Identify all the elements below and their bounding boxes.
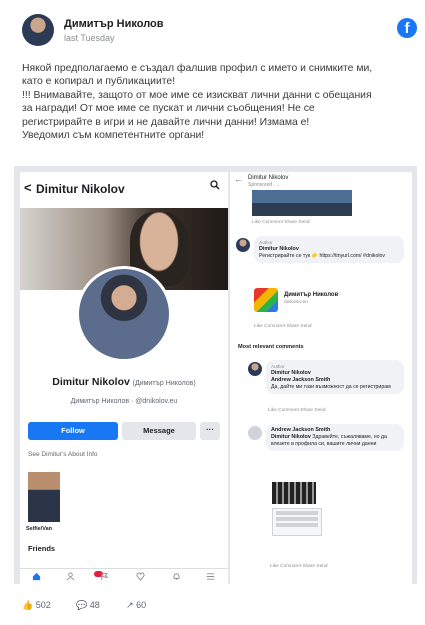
login-form-image bbox=[272, 508, 322, 536]
share-icon: ↗ bbox=[126, 600, 134, 610]
comment-actions[interactable]: Like Comment Share Send bbox=[270, 564, 328, 569]
comment-text: Да, дайте ми тази възможност да се регис… bbox=[271, 384, 391, 390]
post-line: !!! Внимавайте, защото от мое име се изи… bbox=[22, 89, 372, 101]
profile-screenshot: < Dimitur Nikolov Dimitur Nikolov (Димит… bbox=[20, 172, 228, 586]
follow-button[interactable]: Follow bbox=[28, 422, 118, 440]
page-sub: dnikolov.eu bbox=[284, 300, 308, 305]
commenter-avatar[interactable] bbox=[248, 362, 262, 376]
post-owner-name: Dimitur Nikolov bbox=[248, 175, 289, 181]
post-line: регистрирайте в игри и не давайте лични … bbox=[22, 116, 310, 128]
featured-photo[interactable] bbox=[28, 472, 60, 522]
post-time[interactable]: last Tuesday bbox=[64, 33, 115, 43]
page-name[interactable]: Димитър Николов bbox=[284, 292, 338, 298]
bell-icon[interactable] bbox=[172, 572, 181, 583]
comment-author[interactable]: Dimitur Nikolov bbox=[259, 246, 299, 252]
likes-value: 502 bbox=[35, 600, 51, 610]
post-line: Някой предполагаемо е създал фалшив проф… bbox=[22, 63, 373, 74]
friends-icon[interactable] bbox=[66, 572, 75, 583]
facebook-icon: f bbox=[397, 18, 417, 38]
friends-heading: Friends bbox=[28, 544, 56, 553]
share-count[interactable]: ↗ 60 bbox=[126, 600, 146, 611]
author-tag: Author bbox=[259, 240, 273, 245]
home-icon[interactable] bbox=[32, 572, 41, 583]
more-button[interactable]: ··· bbox=[200, 422, 220, 440]
shares-value: 60 bbox=[136, 600, 147, 610]
comment-bubble: Author Dimitur Nikolov Andrew Jackson Sm… bbox=[266, 360, 404, 394]
author-name[interactable]: Димитър Николов bbox=[64, 18, 164, 30]
profile-title: Dimitur Nikolov bbox=[36, 182, 125, 196]
about-info-link[interactable]: See Dimitur's About Info bbox=[28, 451, 98, 458]
post-line: като е копирал и публикациите! bbox=[22, 76, 176, 88]
author-tag: Author bbox=[271, 364, 285, 369]
post-header: Димитър Николов last Tuesday f bbox=[22, 12, 417, 52]
profile-nav-bar: < Dimitur Nikolov bbox=[20, 172, 228, 202]
comment-icon: 💬 bbox=[76, 600, 88, 610]
page-logo[interactable] bbox=[254, 288, 278, 312]
like-count[interactable]: 👍 502 bbox=[22, 600, 51, 611]
commenter-avatar[interactable] bbox=[248, 426, 262, 440]
comment-actions[interactable]: Like Comment Share Send bbox=[254, 324, 312, 329]
post-footer: 👍 502 💬 48 ↗ 60 bbox=[22, 600, 417, 616]
heart-icon[interactable] bbox=[136, 572, 145, 583]
display-name-alt: (Димитър Николов) bbox=[132, 380, 196, 387]
menu-icon[interactable] bbox=[206, 572, 215, 583]
profile-display-name: Dimitur Nikolov (Димитър Николов) bbox=[20, 376, 228, 388]
back-icon[interactable]: < bbox=[24, 180, 32, 195]
captcha-image bbox=[272, 482, 316, 504]
bottom-tab-bar bbox=[20, 568, 228, 586]
profile-picture[interactable] bbox=[76, 266, 172, 362]
reply-author[interactable]: Dimitur Nikolov bbox=[271, 434, 311, 440]
comment-bubble: Andrew Jackson Smith Dimitur Nikolov Здр… bbox=[266, 424, 404, 451]
comment-text: Регистрирайте се тук 👉 https://tinyurl.c… bbox=[259, 253, 385, 259]
comment-author[interactable]: Dimitur Nikolov bbox=[271, 370, 311, 376]
comments-value: 48 bbox=[89, 600, 100, 610]
featured-photo-label: Selfie/Van bbox=[26, 526, 52, 532]
author-avatar[interactable] bbox=[22, 14, 54, 46]
back-arrow-icon[interactable]: ← bbox=[234, 174, 243, 184]
comments-screenshot: ← Dimitur Nikolov Sponsored · ... Like C… bbox=[230, 172, 412, 586]
post-line: Уведомил съм компетентните органи! bbox=[22, 130, 205, 142]
comment-count[interactable]: 💬 48 bbox=[76, 600, 100, 611]
reply-author[interactable]: Andrew Jackson Smith bbox=[271, 377, 330, 383]
profile-actions: Follow Message ··· bbox=[28, 422, 220, 440]
attached-screenshots[interactable]: < Dimitur Nikolov Dimitur Nikolov (Димит… bbox=[14, 166, 417, 586]
post-line: за награди! От мое име се пускат и лични… bbox=[22, 103, 315, 115]
profile-handle: Димитър Николов · @dnikolov.eu bbox=[70, 398, 178, 405]
post-body: Някой предполагаемо е създал фалшив проф… bbox=[22, 62, 417, 142]
commenter-avatar[interactable] bbox=[236, 238, 250, 252]
thumbs-up-icon: 👍 bbox=[22, 600, 34, 610]
comment-bubble: Author Dimitur Nikolov Регистрирайте се … bbox=[254, 236, 404, 263]
search-icon[interactable] bbox=[210, 180, 220, 193]
post-actions[interactable]: Like Comment Share Send bbox=[252, 220, 310, 225]
message-button[interactable]: Message bbox=[122, 422, 196, 440]
post-image[interactable] bbox=[252, 190, 352, 216]
display-name: Dimitur Nikolov bbox=[52, 376, 130, 388]
comment-actions[interactable]: Like Comment Share Send bbox=[268, 408, 326, 413]
comment-author[interactable]: Andrew Jackson Smith bbox=[271, 427, 330, 433]
post-owner-sub: Sponsored · ... bbox=[248, 182, 281, 188]
flag-icon[interactable] bbox=[100, 572, 109, 583]
comments-section-label: Most relevant comments bbox=[238, 344, 304, 350]
